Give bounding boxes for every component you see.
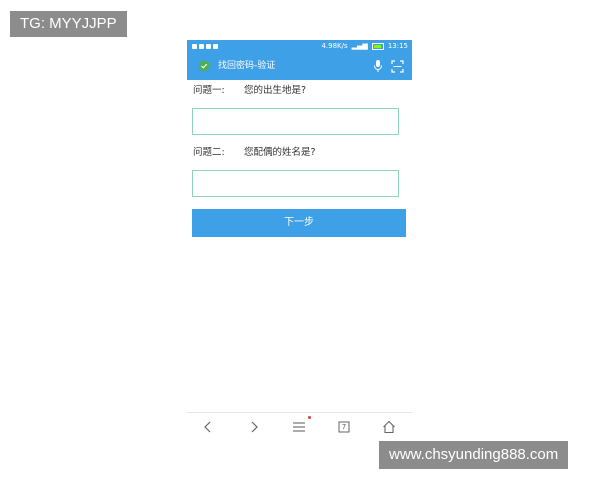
question1-label: 问题一: (193, 85, 225, 96)
network-speed: 4.98K/s (321, 42, 348, 50)
tabs-button[interactable]: 7 (336, 419, 352, 435)
url-bar[interactable]: 找回密码-验证 (187, 53, 412, 80)
answer2-input[interactable] (192, 170, 399, 197)
home-icon[interactable] (381, 419, 397, 435)
microphone-icon[interactable] (372, 59, 384, 73)
tabs-count: 7 (341, 423, 347, 431)
question2-row: 问题二: 您配偶的姓名是? (193, 146, 403, 160)
battery-icon (371, 43, 384, 50)
menu-icon[interactable] (291, 419, 307, 435)
notification-icon (213, 44, 218, 49)
notification-icon (199, 44, 204, 49)
question1-text: 您的出生地是? (244, 85, 307, 96)
browser-nav-bar: 7 (187, 413, 412, 440)
menu-notification-dot (308, 416, 311, 419)
signal-icon: ▂▄▆ (351, 42, 368, 50)
clock: 13:15 (387, 42, 408, 50)
question2-text: 您配偶的姓名是? (244, 147, 316, 158)
status-bar: 4.98K/s ▂▄▆ 13:15 (187, 40, 412, 53)
watermark-top: TG: MYYJJPP (10, 11, 127, 37)
shield-icon (199, 60, 209, 72)
back-icon[interactable] (200, 419, 216, 435)
notification-icons (192, 40, 218, 53)
question1-row: 问题一: 您的出生地是? (193, 84, 403, 98)
forward-icon[interactable] (246, 419, 262, 435)
answer1-input[interactable] (192, 108, 399, 135)
notification-icon (206, 44, 211, 49)
next-step-button[interactable]: 下一步 (192, 209, 406, 237)
watermark-bottom: www.chsyunding888.com (379, 441, 569, 469)
status-indicators: 4.98K/s ▂▄▆ 13:15 (321, 40, 408, 53)
phone-screen: 4.98K/s ▂▄▆ 13:15 找回密码-验证 问题一: 您的出生地是? 问… (187, 40, 412, 440)
question2-label: 问题二: (193, 147, 225, 158)
scan-icon[interactable] (391, 60, 404, 73)
page-title[interactable]: 找回密码-验证 (218, 53, 275, 80)
notification-icon (192, 44, 197, 49)
